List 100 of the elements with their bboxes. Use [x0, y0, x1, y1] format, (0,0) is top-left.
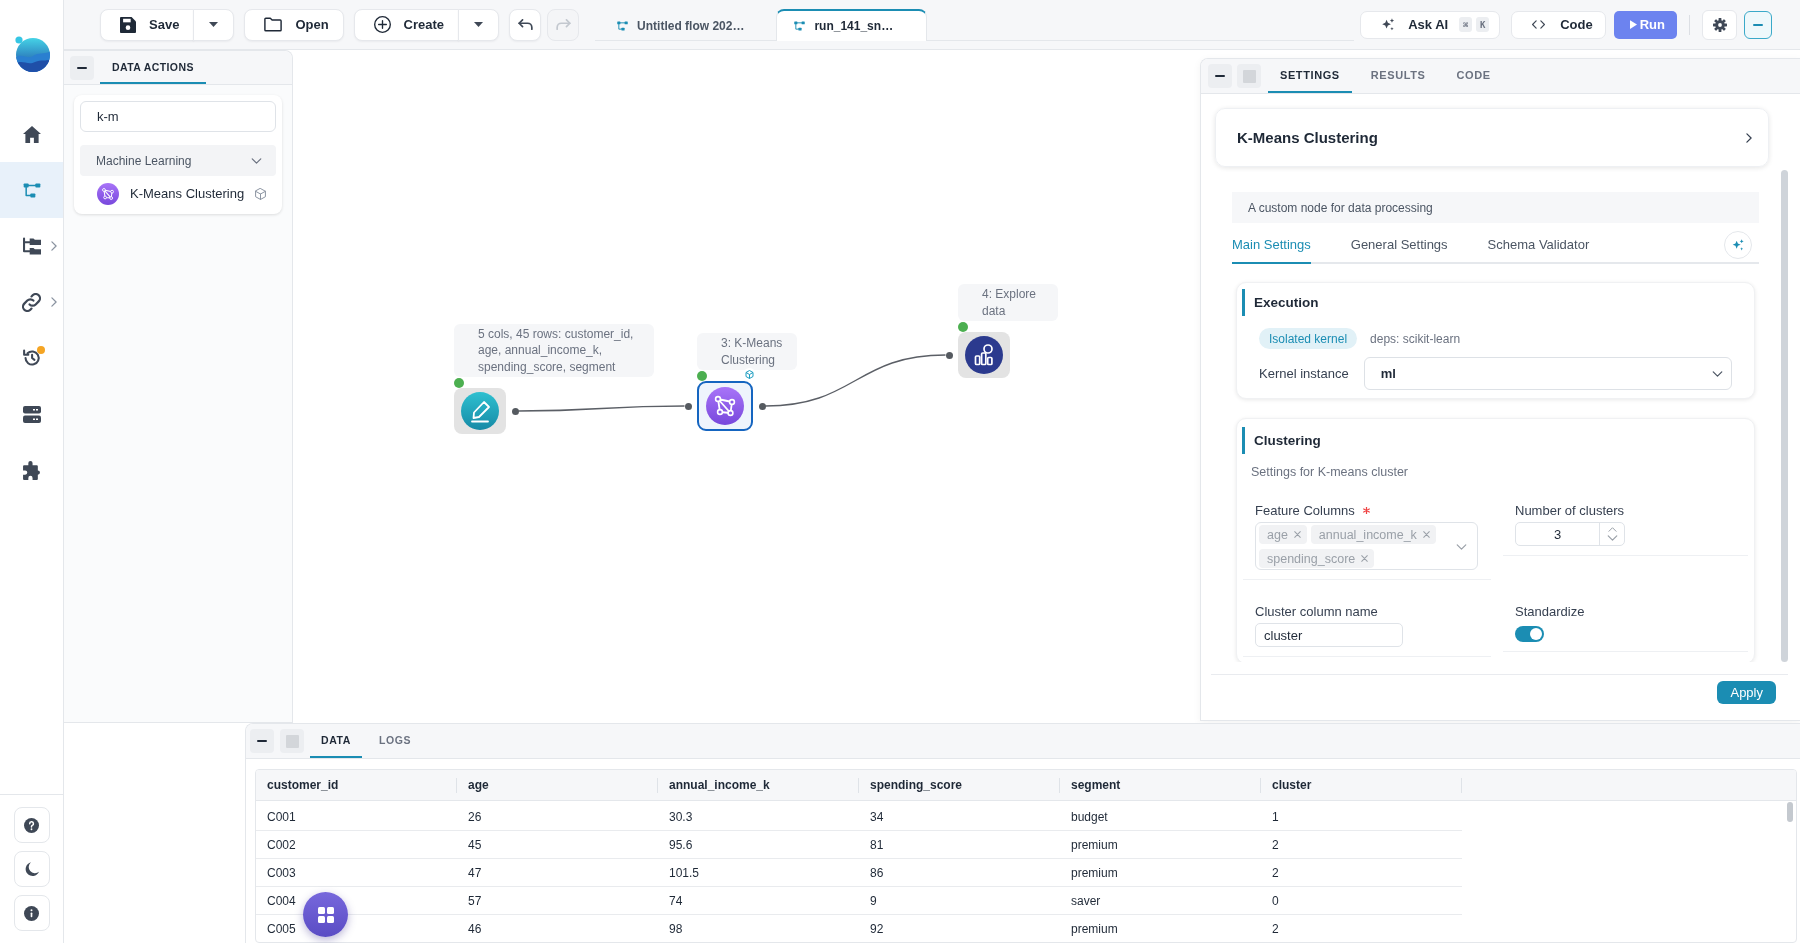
caret-down-icon: [474, 22, 484, 27]
flow-icon: [617, 20, 629, 31]
table-cell-text: 30.3: [668, 808, 694, 826]
shortcut-key: K: [1476, 17, 1490, 32]
table-cell-text: saver: [1070, 892, 1102, 910]
kernel-select[interactable]: ml: [1363, 357, 1732, 390]
table-cell-text: C004: [266, 892, 297, 910]
code-icon: [1532, 20, 1546, 29]
sparkle-icon: [1381, 18, 1396, 31]
chevron-down-icon: [1712, 370, 1723, 377]
form-tab[interactable]: Schema Validator: [1487, 227, 1590, 264]
status-badge: Isolated kernel: [1259, 328, 1358, 349]
grid-icon: [317, 906, 334, 923]
column-header[interactable]: cluster: [1261, 770, 1462, 800]
column-header[interactable]: annual_income_k: [658, 770, 859, 800]
flow-node[interactable]: [454, 388, 506, 434]
panel-tab[interactable]: RESULTS: [1358, 59, 1438, 93]
port-dot-icon[interactable]: [684, 402, 692, 410]
search-field[interactable]: k-m: [80, 101, 276, 132]
code-button[interactable]: Code: [1511, 10, 1606, 39]
column-header[interactable]: age: [457, 770, 658, 800]
redo-icon: [555, 19, 571, 30]
node-caption: 4: Explore data: [958, 284, 1058, 321]
field-label: Cluster column name: [1255, 603, 1378, 619]
graph-icon: [706, 387, 744, 425]
apply-button[interactable]: Apply: [1717, 681, 1776, 704]
help-icon: [24, 817, 39, 833]
minimize-button[interactable]: [70, 55, 94, 80]
table-cell-text: 86: [869, 864, 885, 882]
moon-icon: [24, 861, 39, 877]
port-dot-icon[interactable]: [511, 407, 519, 415]
table-cell-text: C003: [266, 864, 297, 882]
collapse-button[interactable]: [1744, 10, 1772, 39]
flow-node[interactable]: [697, 381, 753, 431]
panel-tab[interactable]: CODE: [1444, 59, 1503, 93]
column-header[interactable]: spending_score: [859, 770, 1060, 800]
action-list-item[interactable]: K-Means Clustering: [80, 180, 276, 207]
form-tab[interactable]: Main Settings: [1232, 227, 1311, 264]
minimize-button[interactable]: [250, 729, 274, 753]
port-dot-icon[interactable]: [758, 402, 766, 410]
create-button[interactable]: Create: [353, 8, 460, 41]
table-cell-text: premium: [1070, 836, 1119, 854]
column-header[interactable]: customer_id: [256, 770, 457, 800]
flow-tab[interactable]: run_141_sn…: [776, 9, 928, 41]
play-icon: [1629, 20, 1637, 29]
gear-icon: [1712, 17, 1727, 32]
column-header[interactable]: segment: [1060, 770, 1261, 800]
table-cell-text: 46: [467, 920, 483, 938]
table-cell-text: 9: [869, 892, 878, 910]
port-dot-icon[interactable]: [945, 351, 953, 359]
close-icon: [1422, 531, 1430, 538]
section-title: Clustering: [1242, 427, 1748, 454]
close-icon: [1361, 555, 1369, 562]
pen-icon: [461, 392, 499, 430]
table-cell-text: 74: [668, 892, 684, 910]
panel-tab[interactable]: DATA: [310, 724, 362, 758]
flow-tab[interactable]: Untitled flow 202…: [595, 9, 766, 41]
text-field[interactable]: cluster: [1255, 623, 1403, 647]
table-cell-text: 95.6: [668, 836, 694, 854]
flow-node[interactable]: [958, 332, 1010, 378]
number-field[interactable]: 3: [1515, 522, 1625, 546]
theme-toggle-button[interactable]: [13, 851, 50, 887]
toggle-switch[interactable]: [1515, 626, 1544, 642]
minus-icon: [1215, 75, 1225, 77]
sparkle-icon: [1732, 238, 1744, 251]
save-icon: [120, 16, 136, 33]
minus-icon: [257, 740, 267, 742]
ai-assist-button[interactable]: [1724, 230, 1752, 259]
minimize-button[interactable]: [1208, 64, 1232, 88]
table-cell-text: 101.5: [668, 864, 701, 882]
shortcut-key: ⌘: [1459, 17, 1473, 32]
info-button[interactable]: [13, 895, 50, 931]
node-caption: 3: K-Means Clustering: [697, 333, 797, 370]
save-button[interactable]: Save: [100, 8, 195, 41]
table-cell-text: 0: [1271, 892, 1280, 910]
table-cell-text: C005: [266, 920, 297, 938]
ask-ai-button[interactable]: Ask AI ⌘ K: [1360, 10, 1501, 39]
info-icon: [24, 905, 39, 921]
undo-button[interactable]: [509, 8, 542, 41]
open-button[interactable]: Open: [244, 8, 344, 41]
table-cell-text: 57: [467, 892, 483, 910]
panel-tab[interactable]: SETTINGS: [1268, 59, 1352, 93]
folder-tree-icon: [22, 237, 41, 255]
table-cell-text: 92: [869, 920, 885, 938]
close-icon: [1293, 531, 1301, 538]
scrollbar[interactable]: [1781, 170, 1788, 662]
category-header[interactable]: Machine Learning: [80, 145, 276, 176]
table-cell-text: C002: [266, 836, 297, 854]
settings-button[interactable]: [1702, 9, 1737, 40]
scrollbar[interactable]: [1787, 802, 1793, 822]
chevron-right-icon: [1746, 132, 1752, 143]
table-cell-text: C001: [266, 808, 297, 826]
panel-tab[interactable]: LOGS: [368, 724, 423, 758]
help-button[interactable]: [13, 807, 50, 843]
form-tab[interactable]: General Settings: [1350, 227, 1448, 264]
square-icon: [1242, 69, 1256, 83]
spin-down-icon: [1606, 535, 1618, 542]
table-cell-text: 81: [869, 836, 885, 854]
node-caption: 5 cols, 45 rows: customer_id, age, annual_income_k, spending_score, segment: [454, 323, 654, 377]
field-label: Kernel instance: [1259, 366, 1349, 381]
